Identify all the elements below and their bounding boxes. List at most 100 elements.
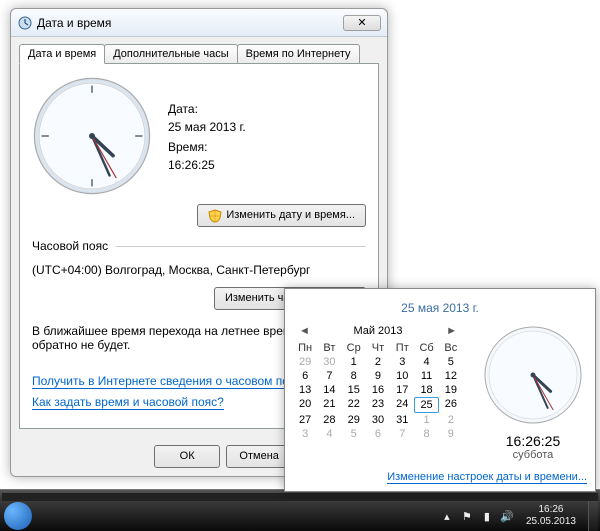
calendar-day[interactable]: 18 <box>414 383 438 397</box>
calendar-day[interactable]: 12 <box>439 369 463 383</box>
calendar-day[interactable]: 7 <box>317 369 341 383</box>
ok-button[interactable]: ОК <box>154 445 220 468</box>
calendar-day[interactable]: 28 <box>317 413 341 427</box>
calendar-day[interactable]: 9 <box>366 369 390 383</box>
calendar-day[interactable]: 20 <box>293 397 317 413</box>
calendar-day[interactable]: 3 <box>390 355 414 369</box>
taskbar: ▴ ⚑ ▮ 🔊 16:26 25.05.2013 <box>0 501 600 531</box>
calendar-day[interactable]: 23 <box>366 397 390 413</box>
calendar-day[interactable]: 2 <box>366 355 390 369</box>
dialog-title: Дата и время <box>37 16 343 30</box>
system-tray: ▴ ⚑ ▮ 🔊 16:26 25.05.2013 <box>440 501 600 531</box>
calendar-day[interactable]: 1 <box>414 413 438 427</box>
time-label: Время: <box>168 140 246 154</box>
shield-icon <box>208 209 222 223</box>
calendar-day[interactable]: 8 <box>342 369 366 383</box>
calendar-day[interactable]: 21 <box>317 397 341 413</box>
calendar-day[interactable]: 26 <box>439 397 463 413</box>
calendar: ◄ Май 2013 ► ПнВтСрЧтПтСбВс2930123456789… <box>293 325 463 461</box>
show-desktop-button[interactable] <box>588 501 598 531</box>
cancel-button[interactable]: Отмена <box>226 445 292 468</box>
popup-date: 25 мая 2013 г. <box>293 301 587 315</box>
timezone-value: (UTC+04:00) Волгоград, Москва, Санкт-Пет… <box>32 263 366 277</box>
calendar-day[interactable]: 19 <box>439 383 463 397</box>
calendar-day[interactable]: 22 <box>342 397 366 413</box>
datetime-labels: Дата: 25 мая 2013 г. Время: 16:26:25 <box>168 96 246 176</box>
calendar-dow: Пт <box>390 341 414 355</box>
calendar-day[interactable]: 31 <box>390 413 414 427</box>
close-button[interactable]: ✕ <box>343 15 381 31</box>
window-inner-bg <box>2 493 598 501</box>
calendar-day[interactable]: 5 <box>342 427 366 441</box>
tray-date: 25.05.2013 <box>526 516 576 528</box>
popup-time: 16:26:25 <box>479 433 587 449</box>
calendar-day[interactable]: 16 <box>366 383 390 397</box>
calendar-day[interactable]: 30 <box>317 355 341 369</box>
tab-additional-clocks[interactable]: Дополнительные часы <box>104 44 237 64</box>
popup-analog-clock <box>483 325 583 425</box>
calendar-day[interactable]: 3 <box>293 427 317 441</box>
tab-date-time[interactable]: Дата и время <box>19 44 105 64</box>
tab-internet-time[interactable]: Время по Интернету <box>237 44 360 64</box>
popup-clock-col: 16:26:25 суббота <box>479 325 587 461</box>
calendar-day[interactable]: 6 <box>293 369 317 383</box>
tray-time: 16:26 <box>526 504 576 516</box>
calendar-day[interactable]: 4 <box>317 427 341 441</box>
next-month-button[interactable]: ► <box>442 325 461 337</box>
calendar-day[interactable]: 1 <box>342 355 366 369</box>
tray-clock-popup: 25 мая 2013 г. ◄ Май 2013 ► ПнВтСрЧтПтСб… <box>284 288 596 492</box>
popup-dayofweek: суббота <box>479 449 587 461</box>
calendar-day[interactable]: 6 <box>366 427 390 441</box>
calendar-day[interactable]: 7 <box>390 427 414 441</box>
network-icon[interactable]: ▮ <box>480 509 494 523</box>
calendar-day[interactable]: 29 <box>342 413 366 427</box>
prev-month-button[interactable]: ◄ <box>295 325 314 337</box>
tray-clock[interactable]: 16:26 25.05.2013 <box>520 504 582 528</box>
calendar-day[interactable]: 15 <box>342 383 366 397</box>
howto-link[interactable]: Как задать время и часовой пояс? <box>32 395 224 410</box>
timezone-section: Часовой пояс <box>32 239 366 253</box>
change-datetime-button[interactable]: Изменить дату и время... <box>197 204 366 227</box>
change-datetime-link[interactable]: Изменение настроек даты и времени... <box>387 471 587 484</box>
calendar-day[interactable]: 11 <box>414 369 438 383</box>
date-label: Дата: <box>168 102 246 116</box>
calendar-grid: ПнВтСрЧтПтСбВс29301234567891011121314151… <box>293 341 463 441</box>
calendar-dow: Пн <box>293 341 317 355</box>
close-icon: ✕ <box>357 16 366 29</box>
calendar-dow: Чт <box>366 341 390 355</box>
calendar-day[interactable]: 2 <box>439 413 463 427</box>
calendar-day[interactable]: 9 <box>439 427 463 441</box>
divider <box>116 246 366 247</box>
calendar-day[interactable]: 5 <box>439 355 463 369</box>
popup-link-row: Изменение настроек даты и времени... <box>293 471 587 483</box>
volume-icon[interactable]: 🔊 <box>500 509 514 523</box>
calendar-day[interactable]: 17 <box>390 383 414 397</box>
calendar-day[interactable]: 29 <box>293 355 317 369</box>
calendar-day[interactable]: 14 <box>317 383 341 397</box>
calendar-day[interactable]: 8 <box>414 427 438 441</box>
flag-icon[interactable]: ⚑ <box>460 509 474 523</box>
timezone-section-label: Часовой пояс <box>32 239 108 253</box>
tray-up-icon[interactable]: ▴ <box>440 509 454 523</box>
calendar-day[interactable]: 24 <box>390 397 414 413</box>
calendar-day[interactable]: 10 <box>390 369 414 383</box>
calendar-day[interactable]: 30 <box>366 413 390 427</box>
calendar-month[interactable]: Май 2013 <box>353 325 402 337</box>
calendar-dow: Ср <box>342 341 366 355</box>
calendar-day[interactable]: 25 <box>414 397 438 413</box>
timezone-info-link[interactable]: Получить в Интернете сведения о часовом … <box>32 374 308 389</box>
change-datetime-label: Изменить дату и время... <box>226 207 355 224</box>
time-value: 16:26:25 <box>168 158 246 172</box>
analog-clock <box>32 76 152 196</box>
tabstrip: Дата и время Дополнительные часы Время п… <box>11 37 387 63</box>
calendar-day[interactable]: 4 <box>414 355 438 369</box>
date-value: 25 мая 2013 г. <box>168 120 246 134</box>
calendar-day[interactable]: 27 <box>293 413 317 427</box>
calendar-dow: Сб <box>414 341 438 355</box>
titlebar[interactable]: Дата и время ✕ <box>11 9 387 37</box>
clock-icon <box>17 15 33 31</box>
calendar-day[interactable]: 13 <box>293 383 317 397</box>
calendar-dow: Вс <box>439 341 463 355</box>
start-button[interactable] <box>4 502 32 530</box>
datetime-row: Дата: 25 мая 2013 г. Время: 16:26:25 <box>32 76 366 196</box>
